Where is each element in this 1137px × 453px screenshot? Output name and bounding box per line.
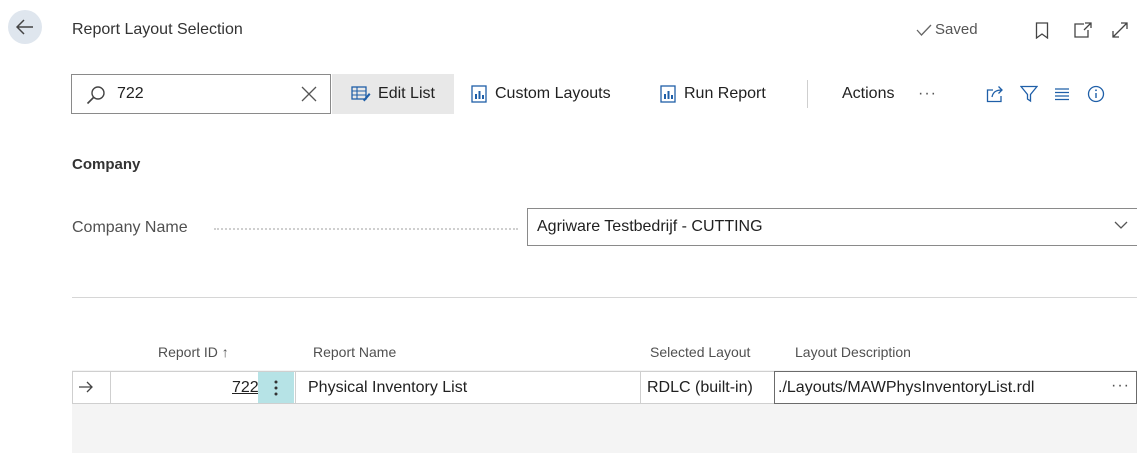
section-title-company: Company bbox=[72, 156, 141, 173]
report-icon bbox=[471, 85, 487, 103]
run-report-label: Run Report bbox=[684, 85, 766, 102]
section-divider bbox=[72, 297, 1137, 298]
info-icon[interactable] bbox=[1086, 84, 1106, 104]
toolbar-divider bbox=[807, 80, 808, 108]
share-icon[interactable] bbox=[985, 84, 1005, 104]
report-name-cell: Physical Inventory List bbox=[308, 379, 468, 396]
back-button[interactable] bbox=[8, 10, 42, 44]
checkmark-icon bbox=[916, 23, 932, 37]
report-icon bbox=[660, 85, 676, 103]
edit-list-label: Edit List bbox=[378, 85, 435, 102]
search-box[interactable]: 722 bbox=[71, 74, 331, 114]
layout-description-value: ./Layouts/MAWPhysInventoryList.rdl bbox=[778, 379, 1035, 396]
column-header-layout-description[interactable]: Layout Description bbox=[795, 344, 911, 360]
column-header-report-name[interactable]: Report Name bbox=[313, 344, 396, 360]
open-new-window-icon[interactable] bbox=[1073, 20, 1093, 40]
column-header-report-id[interactable]: Report ID ↑ bbox=[158, 344, 229, 360]
search-input[interactable]: 722 bbox=[117, 85, 144, 103]
cell-border bbox=[295, 372, 296, 403]
list-view-icon[interactable] bbox=[1052, 84, 1072, 104]
vertical-ellipsis-icon bbox=[274, 380, 278, 396]
row-arrow-icon[interactable] bbox=[78, 379, 94, 395]
chevron-down-icon[interactable] bbox=[1114, 220, 1128, 230]
page-title: Report Layout Selection bbox=[72, 21, 243, 38]
filter-icon[interactable] bbox=[1019, 84, 1039, 104]
cell-border bbox=[110, 372, 111, 403]
table-row[interactable]: 722 Physical Inventory List RDLC (built-… bbox=[72, 371, 1137, 404]
saved-label: Saved bbox=[935, 21, 978, 38]
layout-description-field[interactable]: ./Layouts/MAWPhysInventoryList.rdl ··· bbox=[774, 371, 1137, 404]
run-report-button[interactable]: Run Report bbox=[660, 74, 766, 114]
column-header-selected-layout[interactable]: Selected Layout bbox=[650, 344, 750, 360]
more-options-button[interactable]: ··· bbox=[918, 74, 937, 114]
cell-border bbox=[640, 372, 641, 403]
company-name-value: Agriware Testbedrijf - CUTTING bbox=[537, 218, 763, 235]
cell-border bbox=[72, 372, 73, 403]
bookmark-icon[interactable] bbox=[1032, 20, 1052, 40]
selected-layout-cell[interactable]: RDLC (built-in) bbox=[647, 379, 753, 397]
actions-label: Actions bbox=[842, 85, 895, 102]
row-actions-button[interactable] bbox=[258, 372, 294, 403]
search-icon bbox=[86, 85, 106, 105]
company-name-label: Company Name bbox=[72, 219, 188, 236]
custom-layouts-label: Custom Layouts bbox=[495, 85, 611, 102]
company-name-select[interactable]: Agriware Testbedrijf - CUTTING bbox=[527, 208, 1137, 246]
back-arrow-icon bbox=[16, 19, 34, 35]
edit-list-button[interactable]: Edit List bbox=[332, 74, 454, 114]
lookup-ellipsis-button[interactable]: ··· bbox=[1111, 377, 1130, 395]
custom-layouts-button[interactable]: Custom Layouts bbox=[471, 74, 611, 114]
saved-status: Saved bbox=[916, 21, 978, 38]
actions-menu-button[interactable]: Actions bbox=[842, 74, 894, 114]
report-id-link[interactable]: 722 bbox=[232, 379, 259, 397]
clear-search-icon[interactable] bbox=[300, 85, 318, 103]
expand-icon[interactable] bbox=[1110, 20, 1130, 40]
field-leader-dots bbox=[214, 228, 518, 230]
edit-list-icon bbox=[351, 85, 371, 103]
